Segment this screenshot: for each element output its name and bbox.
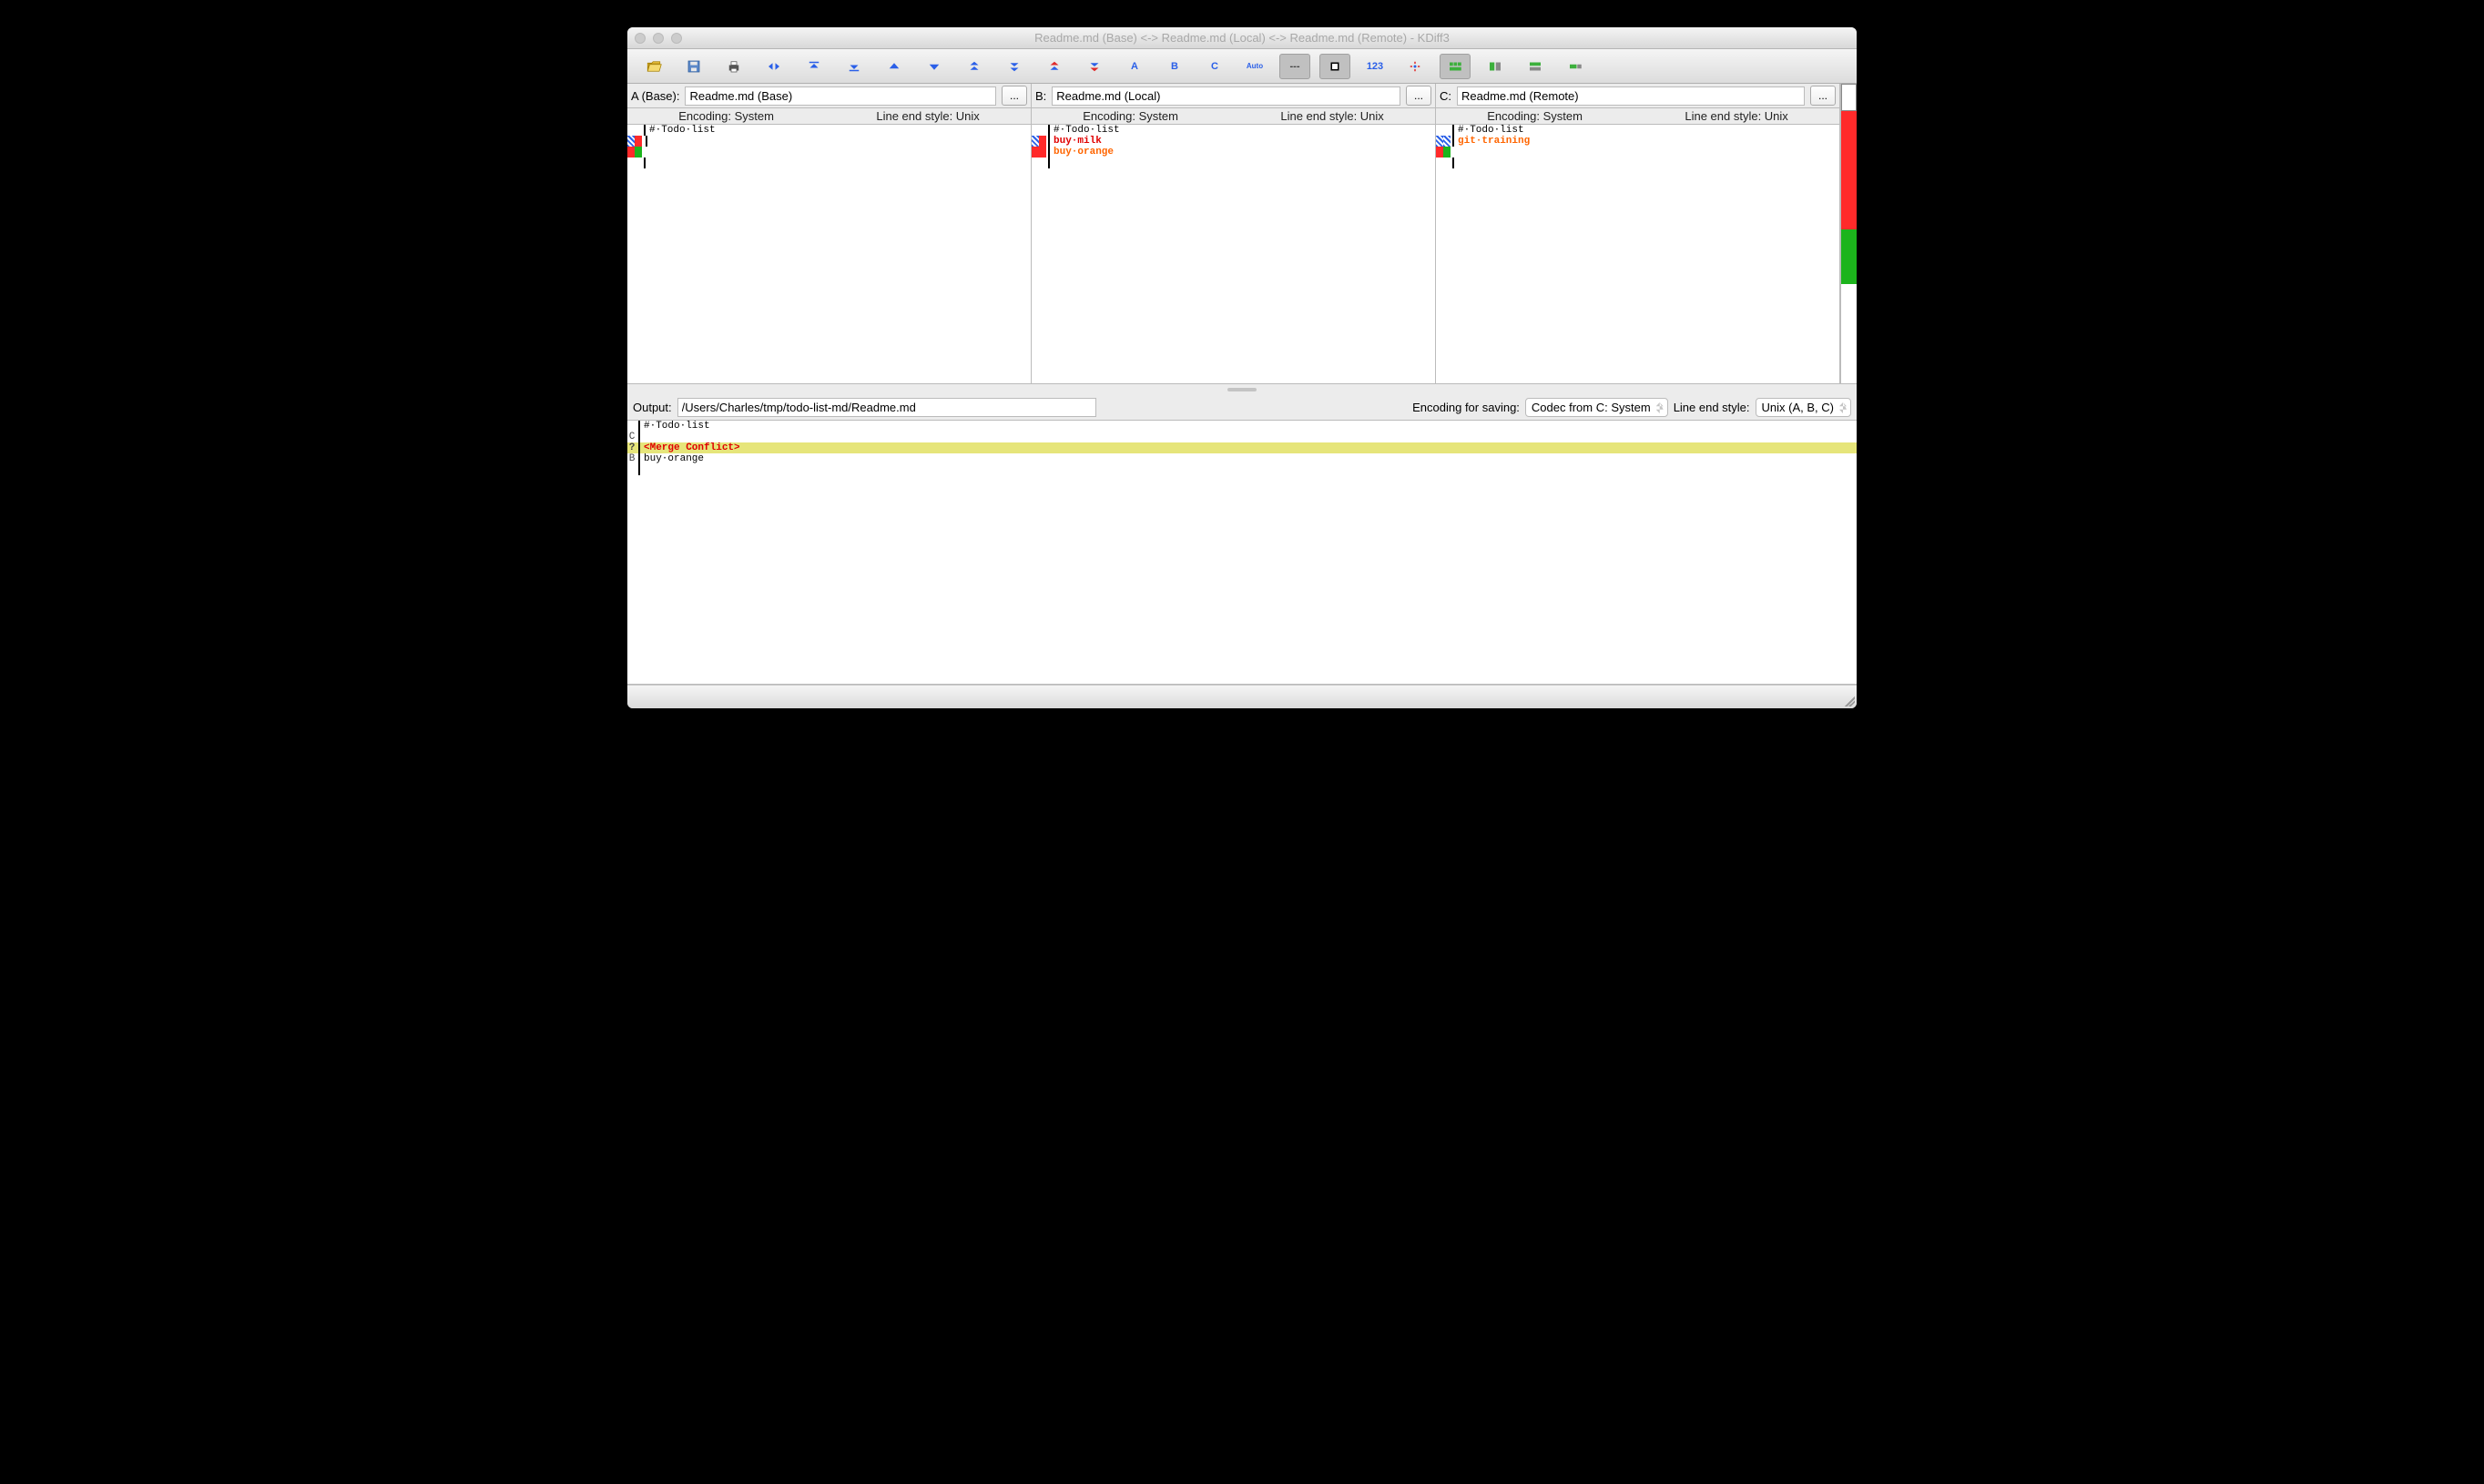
pane-a-label: A (Base): [631,89,679,103]
output-label: Output: [633,401,672,414]
output-header: Output: Encoding for saving: Codec from … [627,395,1857,421]
merge-src [627,421,636,432]
horizontal-splitter[interactable] [627,384,1857,395]
prev-conflict-icon[interactable] [959,54,990,79]
pane-b-encoding: Encoding: System [1083,109,1178,123]
auto-solve-button[interactable]: Auto [1239,54,1270,79]
print-icon[interactable] [718,54,749,79]
output-eol-label: Line end style: [1674,401,1750,414]
pane-c: C: ... Encoding: System Line end style: … [1436,84,1840,383]
overview-scrollbar[interactable] [1840,84,1857,383]
merge-src: ? [627,442,636,453]
output-encoding-label: Encoding for saving: [1412,401,1520,414]
merge-output-area[interactable]: #·Todo·list C ? <Merge Conflict> B buy·o… [627,421,1857,685]
pane-b-code[interactable]: #·Todo·list buy·milk buy·orange [1032,125,1435,383]
pane-a-meta: Encoding: System Line end style: Unix [627,108,1031,125]
prev-unsolved-icon[interactable] [1039,54,1070,79]
window-title: Readme.md (Base) <-> Readme.md (Local) <… [627,31,1857,45]
merge-line [642,432,644,442]
merge-conflict-line: <Merge Conflict> [642,442,1857,453]
pane-c-code[interactable]: #·Todo·list git·training [1436,125,1839,383]
toggle-merge-button[interactable] [1560,54,1591,79]
pane-a-code[interactable]: #·Todo·list [627,125,1031,383]
choose-c-button[interactable]: C [1199,54,1230,79]
pane-c-meta: Encoding: System Line end style: Unix [1436,108,1839,125]
pane-b-file-input[interactable] [1052,86,1400,106]
align-button[interactable] [1400,54,1430,79]
pane-c-encoding: Encoding: System [1487,109,1583,123]
app-window: Readme.md (Base) <-> Readme.md (Local) <… [627,27,1857,708]
pane-b: B: ... Encoding: System Line end style: … [1032,84,1436,383]
prev-diff-icon[interactable] [879,54,910,79]
first-diff-icon[interactable] [799,54,830,79]
pane-b-header: B: ... [1032,84,1435,108]
split-2v-button[interactable] [1520,54,1551,79]
save-icon[interactable] [678,54,709,79]
resize-grip-icon[interactable] [1842,694,1855,706]
pane-b-label: B: [1035,89,1046,103]
pane-c-file-input[interactable] [1457,86,1805,106]
back-forward-icon[interactable] [758,54,789,79]
pane-c-browse-button[interactable]: ... [1810,86,1836,106]
pane-c-header: C: ... [1436,84,1839,108]
merge-line: #·Todo·list [642,421,710,432]
pane-a-file-input[interactable] [685,86,996,106]
show-linenumbers-button[interactable] [1319,54,1350,79]
code-line: buy·milk [1052,136,1102,147]
output-encoding-select[interactable]: Codec from C: System [1525,398,1668,417]
pane-b-browse-button[interactable]: ... [1406,86,1431,106]
merge-line: buy·orange [642,453,704,464]
pane-b-eol: Line end style: Unix [1280,109,1383,123]
next-unsolved-icon[interactable] [1079,54,1110,79]
pane-c-label: C: [1440,89,1451,103]
pane-a-eol: Line end style: Unix [876,109,979,123]
code-line: #·Todo·list [1456,125,1524,136]
statusbar [627,685,1857,708]
pane-a: A (Base): ... Encoding: System Line end … [627,84,1032,383]
pane-c-eol: Line end style: Unix [1685,109,1787,123]
titlebar: Readme.md (Base) <-> Readme.md (Local) <… [627,27,1857,49]
code-line: #·Todo·list [1052,125,1120,136]
choose-b-button[interactable]: B [1159,54,1190,79]
output-path-input[interactable] [677,398,1096,417]
next-conflict-icon[interactable] [999,54,1030,79]
choose-a-button[interactable]: A [1119,54,1150,79]
pane-b-meta: Encoding: System Line end style: Unix [1032,108,1435,125]
output-eol-select[interactable]: Unix (A, B, C) [1756,398,1851,417]
next-diff-icon[interactable] [919,54,950,79]
last-diff-icon[interactable] [839,54,870,79]
split-3-button[interactable] [1440,54,1471,79]
code-line: buy·orange [1052,147,1114,158]
pane-a-header: A (Base): ... [627,84,1031,108]
merge-src [627,464,636,475]
merge-src: C [627,432,636,442]
pane-a-browse-button[interactable]: ... [1002,86,1027,106]
open-icon[interactable] [638,54,669,79]
code-line: #·Todo·list [647,125,716,136]
show-whitespace-button[interactable]: --- [1279,54,1310,79]
merge-src: B [627,453,636,464]
char-diff-button[interactable]: 123 [1359,54,1390,79]
pane-a-encoding: Encoding: System [678,109,774,123]
toolbar: A B C Auto --- 123 [627,49,1857,84]
code-line: git·training [1456,136,1530,147]
diff-panes: A (Base): ... Encoding: System Line end … [627,84,1857,384]
merge-line [642,464,644,475]
split-2h-button[interactable] [1480,54,1511,79]
